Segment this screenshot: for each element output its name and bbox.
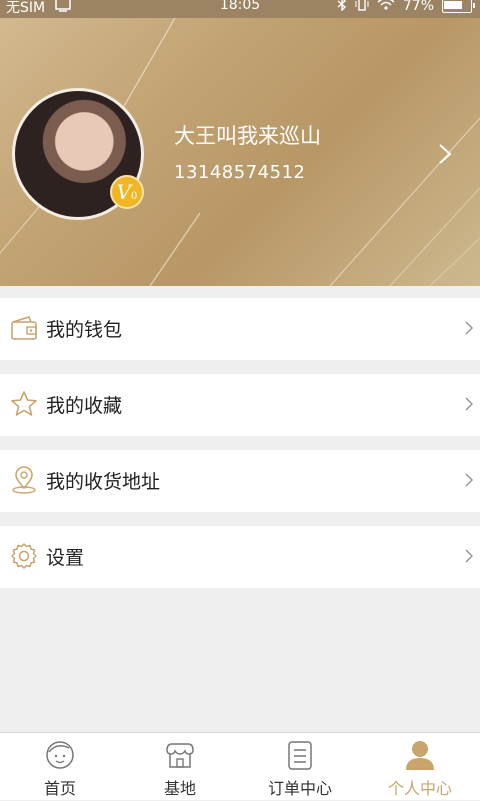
tab-orders[interactable]: 订单中心 — [240, 733, 360, 801]
tab-base[interactable]: 基地 — [120, 733, 240, 801]
status-bar: 无SIM 18:05 77% — [0, 0, 480, 18]
location-icon — [9, 465, 39, 495]
bottom-nav: 首页 基地 订单中心 个人中心 — [0, 732, 480, 800]
gear-icon — [9, 541, 39, 571]
chevron-right-icon[interactable] — [437, 142, 453, 170]
menu-item-address[interactable]: 我的收货地址 — [0, 450, 480, 512]
tab-label-profile: 个人中心 — [387, 779, 452, 798]
chevron-right-icon — [464, 320, 474, 340]
battery-icon — [442, 0, 475, 13]
status-right: 77% — [337, 0, 475, 15]
menu-label-favorites: 我的收藏 — [46, 395, 123, 417]
menu-item-settings[interactable]: 设置 — [0, 526, 480, 588]
tab-profile[interactable]: 个人中心 — [360, 733, 480, 801]
bluetooth-icon — [337, 0, 347, 15]
chevron-right-icon — [464, 472, 474, 492]
vibrate-icon — [355, 0, 369, 15]
chevron-right-icon — [464, 548, 474, 568]
tab-label-base: 基地 — [163, 779, 196, 798]
wallet-icon — [9, 313, 39, 343]
profile-header[interactable]: V0 大王叫我来巡山 13148574512 — [0, 18, 480, 286]
vip-letter: V — [116, 180, 132, 204]
star-icon — [9, 389, 39, 419]
wifi-icon — [377, 0, 395, 15]
vip-level: 0 — [131, 190, 138, 202]
battery-percent: 77% — [402, 0, 434, 14]
home-face-icon — [43, 738, 77, 772]
menu-item-wallet[interactable]: 我的钱包 — [0, 298, 480, 360]
menu-label-settings: 设置 — [46, 547, 85, 569]
tab-label-orders: 订单中心 — [267, 779, 332, 798]
tab-home[interactable]: 首页 — [0, 733, 120, 801]
username: 大王叫我来巡山 — [174, 124, 321, 148]
vip-badge: V0 — [110, 175, 144, 209]
store-icon — [163, 738, 197, 772]
chevron-right-icon — [464, 396, 474, 416]
menu-label-wallet: 我的钱包 — [46, 319, 123, 341]
menu-item-favorites[interactable]: 我的收藏 — [0, 374, 480, 436]
tab-label-home: 首页 — [43, 779, 76, 798]
order-list-icon — [283, 738, 317, 772]
menu-label-address: 我的收货地址 — [46, 471, 161, 493]
phone-number: 13148574512 — [174, 162, 306, 183]
person-icon — [403, 738, 437, 772]
